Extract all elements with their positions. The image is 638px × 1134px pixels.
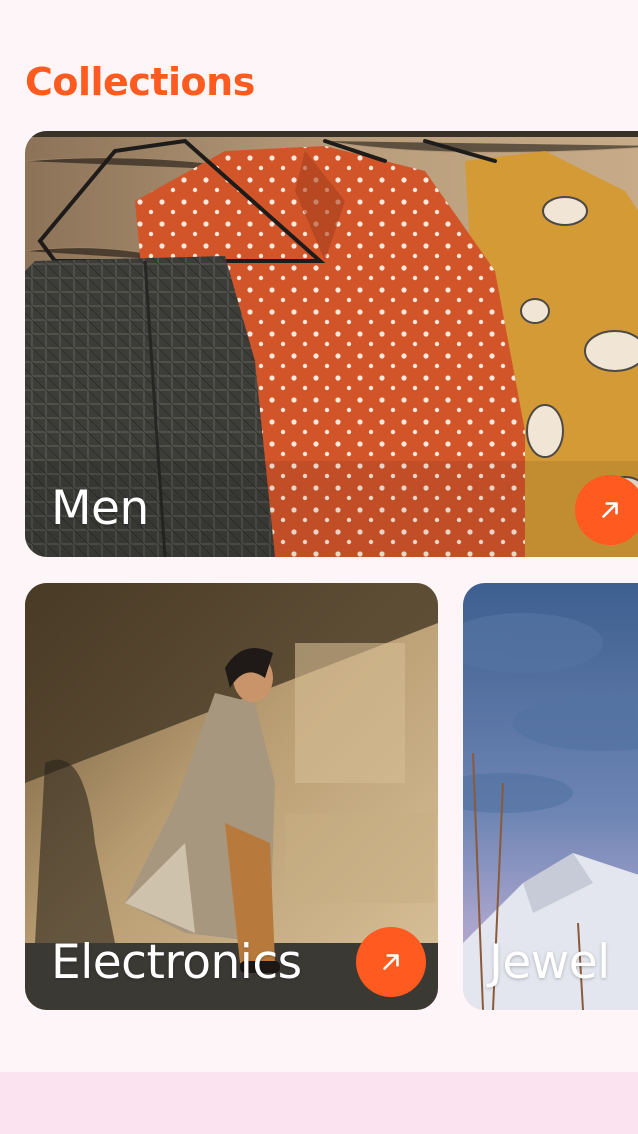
arrow-up-right-icon <box>383 954 399 970</box>
bottom-navigation-bar <box>0 1072 638 1134</box>
open-collection-button[interactable] <box>356 927 426 997</box>
page-title: Collections <box>25 60 255 104</box>
collection-card-jewel[interactable]: Jewel <box>463 583 638 1010</box>
collection-label: Jewel <box>489 935 610 990</box>
collection-card-electronics[interactable]: Electronics <box>25 583 438 1010</box>
collection-label: Electronics <box>51 935 302 990</box>
arrow-up-right-icon <box>602 502 618 518</box>
open-collection-button[interactable] <box>575 475 638 545</box>
collection-card-men[interactable]: Men <box>25 131 638 557</box>
collection-label: Men <box>51 481 149 536</box>
